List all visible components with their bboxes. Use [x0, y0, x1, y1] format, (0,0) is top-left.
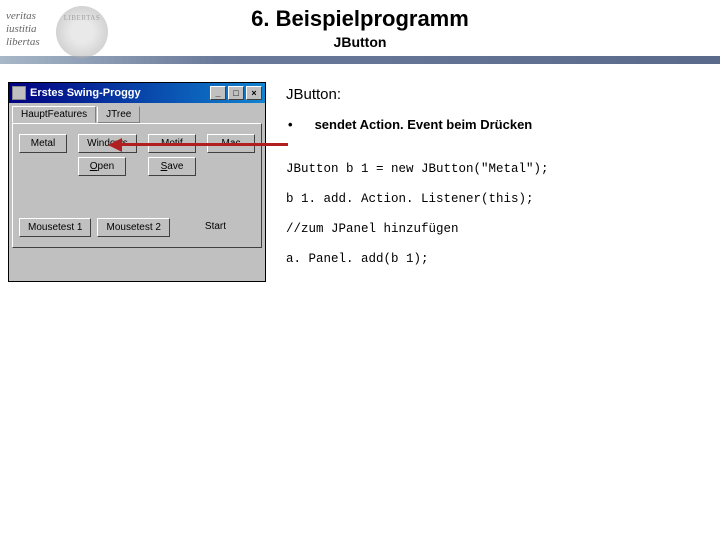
tab-hauptfeatures[interactable]: HauptFeatures: [12, 106, 96, 123]
university-seal-icon: LIBERTAS: [56, 6, 108, 58]
window-controls: _ □ ×: [210, 86, 262, 100]
seal-label: LIBERTAS: [56, 14, 108, 22]
code-comment: //zum JPanel hinzufügen: [286, 222, 690, 236]
explanation-column: JButton: • sendet Action. Event beim Drü…: [284, 82, 690, 282]
mnemonic: O: [90, 161, 98, 172]
bullet-text: sendet Action. Event beim Drücken: [315, 117, 533, 132]
content-area: Erstes Swing-Proggy _ □ × HauptFeatures …: [0, 64, 720, 282]
save-button[interactable]: Save: [148, 157, 196, 176]
motto-line: iustitia: [6, 23, 40, 36]
code-line-1: JButton b 1 = new JButton("Metal");: [286, 162, 690, 176]
start-button[interactable]: Start: [176, 218, 255, 237]
tab-bar: HauptFeatures JTree: [9, 103, 265, 123]
page-title: 6. Beispielprogramm: [0, 6, 720, 32]
metal-button[interactable]: Metal: [19, 134, 67, 153]
motto-line: libertas: [6, 36, 40, 49]
window-app-icon: [12, 86, 26, 100]
page-subtitle: JButton: [0, 34, 720, 50]
bullet-item: • sendet Action. Event beim Drücken: [288, 117, 690, 132]
window-title: Erstes Swing-Proggy: [30, 87, 210, 99]
header-divider: [0, 56, 720, 64]
close-button[interactable]: ×: [246, 86, 262, 100]
swing-window: Erstes Swing-Proggy _ □ × HauptFeatures …: [8, 82, 266, 282]
mousetest1-button[interactable]: Mousetest 1: [19, 218, 91, 237]
window-titlebar: Erstes Swing-Proggy _ □ ×: [9, 83, 265, 103]
look-and-feel-row: Metal Windows Motif Mac: [19, 134, 255, 153]
code-line-2: b 1. add. Action. Listener(this);: [286, 192, 690, 206]
code-line-4: a. Panel. add(b 1);: [286, 252, 690, 266]
mac-button[interactable]: Mac: [207, 134, 255, 153]
section-heading: JButton:: [286, 86, 690, 103]
test-actions-row: Mousetest 1 Mousetest 2 Start: [19, 218, 255, 237]
panel-body: Metal Windows Motif Mac Open Save Mouset…: [12, 123, 262, 248]
mnemonic: S: [161, 161, 168, 172]
tab-jtree[interactable]: JTree: [97, 106, 140, 123]
windows-button[interactable]: Windows: [78, 134, 137, 153]
bullet-marker-icon: •: [288, 117, 293, 132]
minimize-button[interactable]: _: [210, 86, 226, 100]
open-button[interactable]: Open: [78, 157, 126, 176]
university-motto: veritas iustitia libertas: [6, 10, 40, 50]
file-actions-row: Open Save: [19, 157, 255, 176]
mousetest2-button[interactable]: Mousetest 2: [97, 218, 169, 237]
motto-line: veritas: [6, 10, 40, 23]
maximize-button[interactable]: □: [228, 86, 244, 100]
motif-button[interactable]: Motif: [148, 134, 196, 153]
slide-header: veritas iustitia libertas LIBERTAS 6. Be…: [0, 0, 720, 64]
